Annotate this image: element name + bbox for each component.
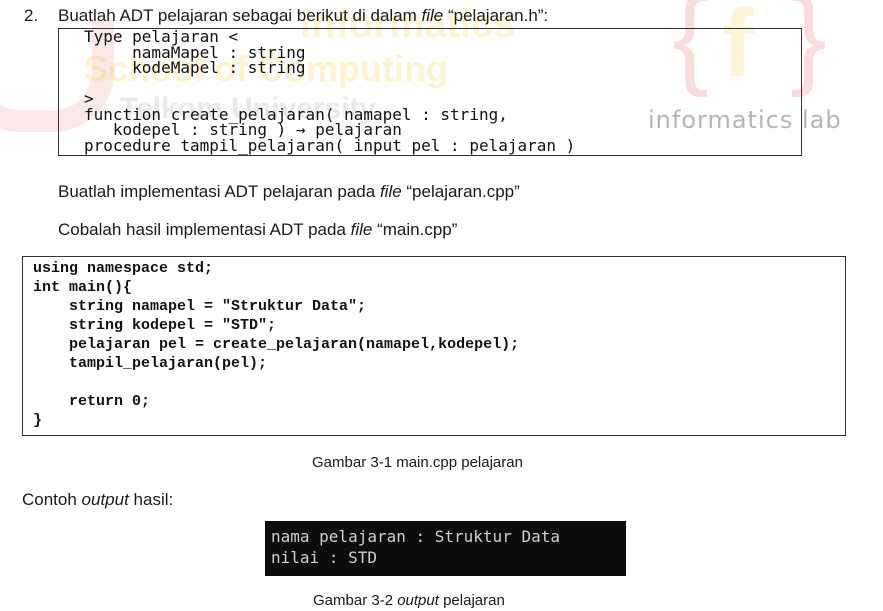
header-code-box: Type pelajaran < namaMapel : string kode… [58, 28, 802, 156]
instruction-implementation: Buatlah implementasi ADT pelajaran pada … [58, 182, 520, 201]
main-code: using namespace std; int main(){ string … [33, 260, 520, 429]
figure-caption-2: Gambar 3-2 output pelajaran [313, 592, 505, 609]
instruction-main: Cobalah hasil implementasi ADT pada file… [58, 220, 458, 239]
list-item-text: Buatlah ADT pelajaran sebagai berikut di… [58, 6, 549, 25]
main-code-box: using namespace std; int main(){ string … [22, 256, 846, 436]
output-label: Contoh output hasil: [22, 490, 174, 509]
figure-caption-1: Gambar 3-1 main.cpp pelajaran [312, 454, 523, 471]
header-code: Type pelajaran < namaMapel : string kode… [84, 27, 576, 155]
console-output-box: nama pelajaran : Struktur Data nilai : S… [265, 521, 626, 576]
console-output: nama pelajaran : Struktur Data nilai : S… [271, 527, 560, 567]
list-item-number: 2. [24, 6, 39, 25]
